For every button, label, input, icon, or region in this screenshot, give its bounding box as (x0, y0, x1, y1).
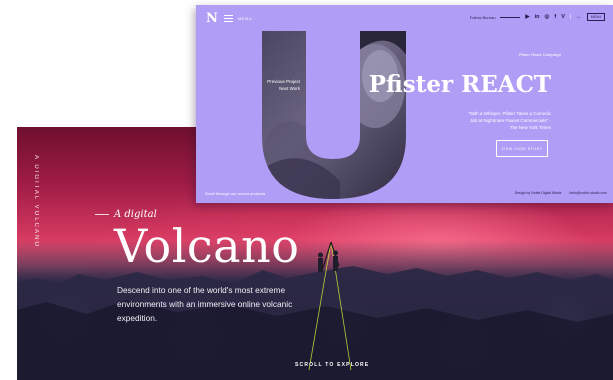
project-navigation[interactable]: Previous Project Next Work (248, 78, 300, 92)
press-quote: "With a Whisper, Pfister Takes a Comedic… (468, 111, 551, 130)
scroll-to-explore-link[interactable]: SCROLL TO EXPLORE (295, 362, 369, 368)
youtube-icon[interactable]: ▶ (525, 14, 529, 20)
kicker-dash (95, 214, 109, 215)
separator: | (569, 14, 572, 20)
linkedin-icon[interactable]: in (535, 14, 540, 20)
scroll-hint: Scroll through our recent products (205, 191, 266, 196)
footer-credits: Design by Noble Digital Minds hello@nobl… (515, 191, 607, 195)
view-case-study-button[interactable]: VIEW CASE STUDY (496, 140, 548, 157)
previous-project-label[interactable]: Previous Project (248, 78, 300, 85)
hero-title: Volcano (114, 219, 300, 273)
menu-label[interactable]: MENU (238, 16, 252, 21)
arrow-left-icon[interactable]: ← (576, 14, 582, 20)
brand-logo[interactable]: N (205, 12, 219, 26)
divider-line (500, 16, 521, 18)
vimeo-icon[interactable]: V (561, 14, 565, 20)
facebook-icon[interactable]: f (554, 14, 556, 20)
hamburger-menu-icon[interactable] (224, 15, 233, 23)
vertical-site-label: A DIGITAL VOLCANO (33, 155, 39, 249)
project-title: Pfister REACT (368, 71, 551, 98)
instagram-icon[interactable]: ◎ (545, 14, 550, 20)
u-letter-photo-mask (262, 31, 406, 199)
top-utility-bar: Follow Bureau ▶ in ◎ f V | ← MENU (470, 13, 605, 21)
volcano-ridge-silhouette (17, 241, 613, 380)
design-credit: Design by Noble Digital Minds (514, 191, 562, 195)
campaign-tag: Pfister React Campaign (518, 52, 561, 57)
pfister-site-screenshot: N MENU Follow Bureau ▶ in ◎ f V | ← MENU (196, 5, 613, 203)
hero-description: Descend into one of the world's most ext… (117, 285, 293, 323)
next-work-label[interactable]: Next Work (248, 85, 300, 92)
contact-email-link[interactable]: hello@noble-studio.com (569, 191, 607, 195)
menu-button[interactable]: MENU (586, 13, 605, 21)
follow-label: Follow Bureau (469, 14, 496, 20)
